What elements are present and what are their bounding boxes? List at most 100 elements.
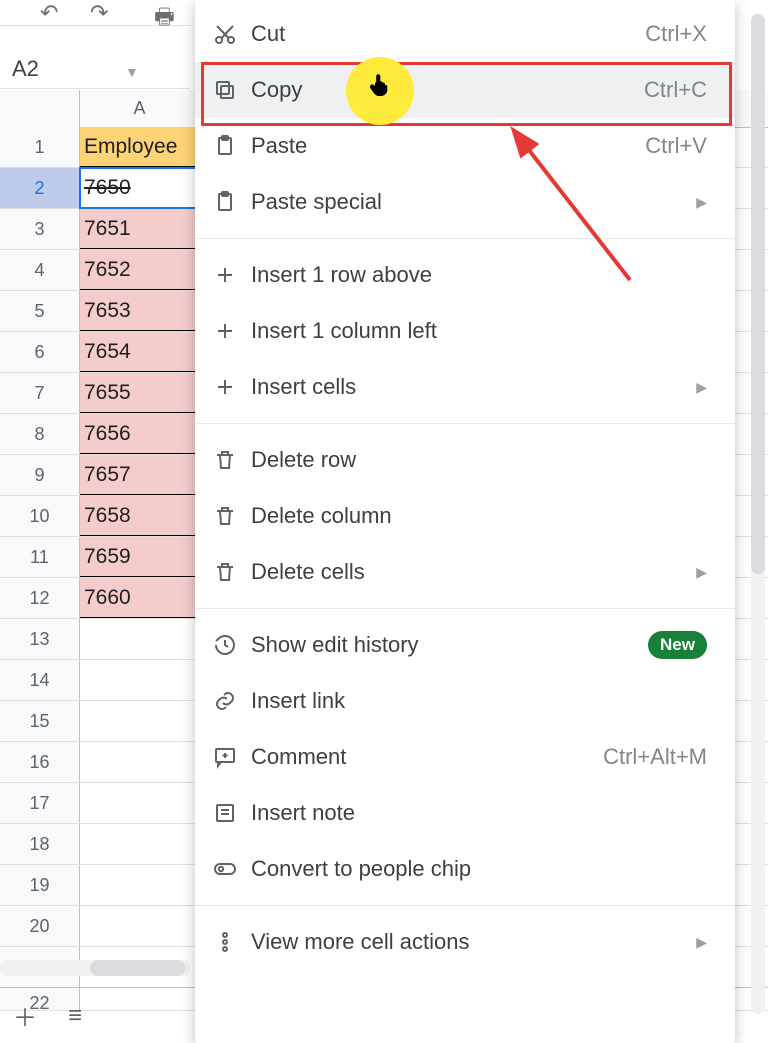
menu-item-convert-to-people-chip[interactable]: Convert to people chip: [195, 841, 735, 897]
menu-item-view-more-cell-actions[interactable]: View more cell actions▶: [195, 914, 735, 970]
name-box[interactable]: A2: [12, 56, 132, 88]
row-header[interactable]: 12: [0, 578, 80, 618]
menu-item-delete-cells[interactable]: Delete cells ▶: [195, 544, 735, 600]
column-header-a[interactable]: A: [80, 90, 200, 127]
paste-icon: [211, 132, 239, 160]
row-header[interactable]: 4: [0, 250, 80, 290]
cell[interactable]: [80, 865, 200, 905]
history-icon: [211, 631, 239, 659]
cell[interactable]: 7656: [80, 414, 200, 454]
cell[interactable]: 7655: [80, 373, 200, 413]
row-header[interactable]: 1: [0, 127, 80, 167]
row-header[interactable]: 5: [0, 291, 80, 331]
undo-icon[interactable]: ↶: [40, 0, 58, 26]
row-header[interactable]: 15: [0, 701, 80, 741]
menu-separator: [195, 608, 735, 609]
row-header[interactable]: 13: [0, 619, 80, 659]
row-header[interactable]: 7: [0, 373, 80, 413]
trash-icon: [211, 502, 239, 530]
row-header[interactable]: 3: [0, 209, 80, 249]
menu-item-label: Copy: [251, 77, 302, 103]
cell[interactable]: 7658: [80, 496, 200, 536]
row-header[interactable]: 20: [0, 906, 80, 946]
menu-item-delete-column[interactable]: Delete column: [195, 488, 735, 544]
menu-item-label: Insert note: [251, 800, 355, 826]
row-header[interactable]: 11: [0, 537, 80, 577]
menu-separator: [195, 905, 735, 906]
menu-item-label: Paste special: [251, 189, 382, 215]
plus-icon: [211, 261, 239, 289]
menu-item-show-edit-history[interactable]: Show edit historyNew: [195, 617, 735, 673]
row-header[interactable]: 10: [0, 496, 80, 536]
menu-item-insert-cells[interactable]: Insert cells▶: [195, 359, 735, 415]
cell[interactable]: 7652: [80, 250, 200, 290]
horizontal-scrollbar[interactable]: [0, 960, 190, 976]
cell[interactable]: [80, 660, 200, 700]
plus-icon: [211, 373, 239, 401]
row-header[interactable]: 2: [0, 168, 80, 208]
print-icon[interactable]: 🖶: [154, 0, 175, 38]
menu-item-label: Comment: [251, 744, 346, 770]
menu-shortcut: Ctrl+X: [645, 21, 707, 47]
horizontal-scrollbar-thumb[interactable]: [90, 960, 185, 976]
vertical-scrollbar[interactable]: [751, 14, 765, 1014]
cell[interactable]: 7654: [80, 332, 200, 372]
menu-item-comment[interactable]: CommentCtrl+Alt+M: [195, 729, 735, 785]
menu-item-label: Delete cells: [251, 559, 365, 585]
menu-item-label: Insert cells: [251, 374, 356, 400]
people-icon: [211, 855, 239, 883]
trash-icon: [211, 558, 239, 586]
cell[interactable]: [80, 701, 200, 741]
name-box-row: A2 ▼: [0, 38, 190, 89]
comment-icon: [211, 743, 239, 771]
row-header[interactable]: 14: [0, 660, 80, 700]
cell[interactable]: [80, 824, 200, 864]
row-header[interactable]: 17: [0, 783, 80, 823]
cell[interactable]: 7651: [80, 209, 200, 249]
menu-item-insert-1-row-above[interactable]: Insert 1 row above: [195, 247, 735, 303]
link-icon: [211, 687, 239, 715]
row-header[interactable]: 9: [0, 455, 80, 495]
trash-icon: [211, 446, 239, 474]
menu-item-label: Cut: [251, 21, 285, 47]
note-icon: [211, 799, 239, 827]
menu-item-label: Delete row: [251, 447, 356, 473]
menu-item-label: Convert to people chip: [251, 856, 471, 882]
cell[interactable]: 7660: [80, 578, 200, 618]
menu-item-label: View more cell actions: [251, 929, 469, 955]
menu-item-delete-row[interactable]: Delete row: [195, 432, 735, 488]
row-header[interactable]: 16: [0, 742, 80, 782]
menu-item-insert-link[interactable]: Insert link: [195, 673, 735, 729]
all-sheets-icon[interactable]: ≡: [50, 1002, 100, 1030]
menu-item-copy[interactable]: Copy Ctrl+C: [195, 62, 735, 118]
row-header[interactable]: 8: [0, 414, 80, 454]
menu-shortcut: Ctrl+C: [644, 77, 707, 103]
row-header[interactable]: 19: [0, 865, 80, 905]
menu-item-paste-special[interactable]: Paste special▶: [195, 174, 735, 230]
name-box-dropdown-icon[interactable]: ▼: [125, 64, 139, 80]
cell[interactable]: 7659: [80, 537, 200, 577]
plus-icon: [211, 317, 239, 345]
cell[interactable]: 7653: [80, 291, 200, 331]
row-header[interactable]: 18: [0, 824, 80, 864]
menu-item-paste[interactable]: PasteCtrl+V: [195, 118, 735, 174]
cell[interactable]: 7650: [80, 168, 200, 208]
row-header[interactable]: 6: [0, 332, 80, 372]
vertical-scrollbar-thumb[interactable]: [751, 14, 765, 574]
cell[interactable]: Employee: [80, 127, 200, 167]
menu-item-cut[interactable]: Cut Ctrl+X: [195, 6, 735, 62]
menu-item-label: Paste: [251, 133, 307, 159]
cell[interactable]: 7657: [80, 455, 200, 495]
cell[interactable]: [80, 742, 200, 782]
menu-item-insert-note[interactable]: Insert note: [195, 785, 735, 841]
menu-item-label: Delete column: [251, 503, 392, 529]
submenu-arrow-icon: ▶: [696, 564, 707, 581]
cell[interactable]: [80, 619, 200, 659]
cell[interactable]: [80, 783, 200, 823]
add-sheet-icon[interactable]: ＋: [0, 998, 50, 1033]
select-all-corner[interactable]: [0, 90, 80, 127]
cell[interactable]: [80, 906, 200, 946]
redo-icon[interactable]: ↷: [90, 0, 108, 26]
menu-item-insert-1-column-left[interactable]: Insert 1 column left: [195, 303, 735, 359]
paste-icon: [211, 188, 239, 216]
